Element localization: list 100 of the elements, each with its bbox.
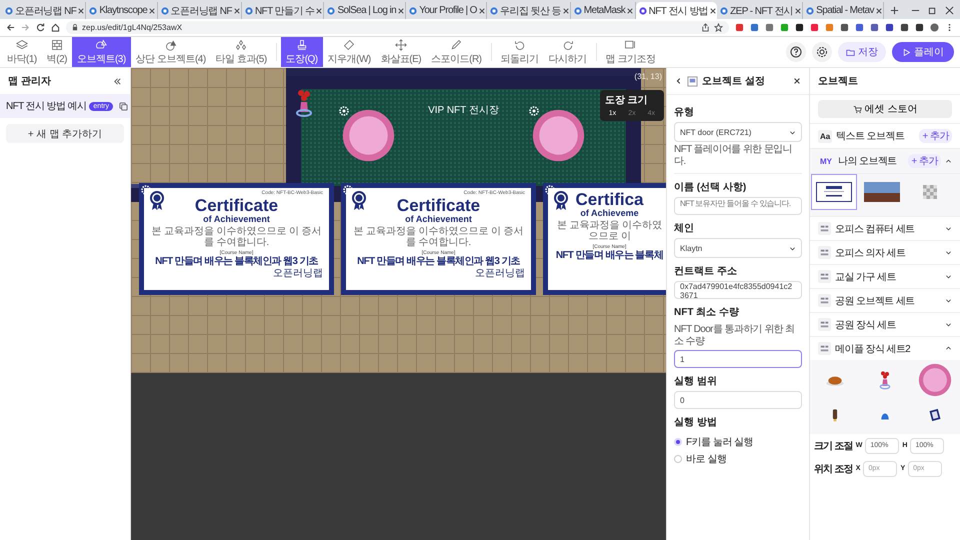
asset-store-button[interactable]: 에셋 스토어 <box>818 100 952 118</box>
collapse-icon[interactable] <box>113 76 122 86</box>
tool-button[interactable]: 상단 오브젝트(4) <box>130 37 211 67</box>
play-button[interactable]: 플레이 <box>892 42 954 62</box>
browser-tab[interactable]: 오픈러닝랩 NF <box>158 2 242 19</box>
tool-button[interactable]: 맵 크기조정 <box>600 37 660 67</box>
close-icon[interactable] <box>234 8 240 14</box>
avatar-icon[interactable] <box>930 23 939 32</box>
map-canvas[interactable] <box>131 68 666 540</box>
close-icon[interactable] <box>316 8 322 14</box>
chevron-down-icon[interactable] <box>945 321 952 328</box>
wall-tool-icon <box>50 38 63 50</box>
certificate-subtitle: of Achievement <box>203 214 270 224</box>
tool-button[interactable]: 벽(2) <box>42 37 72 67</box>
chevron-down-icon[interactable] <box>945 273 952 280</box>
tool-button[interactable]: 화살표(E) <box>376 37 426 67</box>
close-icon[interactable] <box>398 8 404 14</box>
close-icon[interactable] <box>627 8 634 14</box>
name-input[interactable]: NFT 보유자만 들어올 수 있습니다. <box>674 197 802 215</box>
browser-tab[interactable]: Klaytnscope <box>86 2 158 19</box>
chevron-down-icon[interactable] <box>945 225 952 232</box>
chevron-up-icon[interactable] <box>945 158 952 164</box>
site-icon <box>89 6 98 14</box>
tool-button[interactable]: 다시하기 <box>544 37 592 67</box>
chain-select[interactable]: Klaytn <box>674 238 802 258</box>
reload-icon[interactable] <box>36 23 45 32</box>
object-set-item[interactable]: 공원 오브젝트 세트 <box>810 288 960 312</box>
radio-button[interactable] <box>674 438 682 446</box>
close-icon[interactable] <box>795 8 802 14</box>
browser-tab[interactable]: SolSea | Log in <box>324 2 406 19</box>
contract-address-input[interactable]: 0x7ad479901e4fc8355d0941c23671 <box>674 281 802 299</box>
object-set-item[interactable]: 공원 장식 세트 <box>810 312 960 336</box>
close-icon[interactable] <box>710 8 716 14</box>
field-label: 크기 조절 <box>814 440 853 452</box>
browser-tab[interactable]: NFT 전시 방법 <box>636 2 718 19</box>
browser-tab[interactable]: ZEP - NFT 전시 <box>717 2 804 19</box>
redo-tool-icon <box>562 38 574 50</box>
add-button[interactable]: + 추가 <box>908 154 941 168</box>
new-tab-icon[interactable] <box>890 6 899 15</box>
certificate-title: Certificate <box>396 197 480 214</box>
chevron-down-icon[interactable] <box>945 297 952 304</box>
site-icon <box>638 6 647 14</box>
close-icon[interactable] <box>945 6 954 15</box>
browser-tab[interactable]: MetaMask <box>570 2 636 19</box>
site-icon <box>806 6 814 14</box>
tool-button[interactable]: 되돌리기 <box>496 37 544 67</box>
object-set-item[interactable]: 오피스 컴퓨터 세트 <box>810 216 960 240</box>
tool-button[interactable]: 오브젝트(3) <box>72 37 131 67</box>
panel-title: 오브젝트 <box>818 75 858 88</box>
chevron-down-icon[interactable] <box>945 249 952 256</box>
course-name: NFT 만들며 배우는 블록체 <box>556 250 664 262</box>
help-icon <box>790 46 802 58</box>
gear-icon <box>339 106 349 116</box>
close-icon[interactable] <box>78 8 84 14</box>
object-tool-icon <box>95 38 108 50</box>
browser-tab[interactable]: Spatial - Metav <box>803 2 884 19</box>
radio-option[interactable]: F키를 눌러 실행 <box>674 435 802 449</box>
tool-button[interactable]: 스포이드(R) <box>426 37 486 67</box>
close-icon[interactable] <box>149 8 156 14</box>
type-select[interactable]: NFT door (ERC721) <box>674 122 802 142</box>
close-icon[interactable] <box>793 77 801 85</box>
add-map-button[interactable]: + 새 맵 추가하기 <box>6 124 124 143</box>
gear-icon <box>343 185 353 195</box>
add-button[interactable]: + 추가 <box>919 129 952 143</box>
minimum-amount-input[interactable]: 1 <box>674 350 802 368</box>
browser-tab[interactable]: 오픈러닝랩 NF <box>2 2 86 19</box>
browser-tab[interactable]: 우리집 뒷산 등 <box>486 2 571 19</box>
range-input[interactable]: 0 <box>674 391 802 409</box>
restore-icon[interactable] <box>928 6 937 15</box>
tool-button[interactable]: 도장(Q) <box>280 37 323 67</box>
object-set-item[interactable]: 교실 가구 세트 <box>810 264 960 288</box>
radio-button[interactable] <box>674 455 682 463</box>
field-label: 유형 <box>674 106 695 119</box>
chevron-up-icon[interactable] <box>945 345 952 352</box>
share-icon[interactable] <box>701 23 710 32</box>
browser-tab[interactable]: NFT 만들기 수 <box>242 2 324 19</box>
back-icon[interactable] <box>675 77 683 85</box>
radio-option[interactable]: 바로 실행 <box>674 452 802 466</box>
object-set-item[interactable]: 오피스 의자 세트 <box>810 240 960 264</box>
copy-icon[interactable] <box>118 102 128 110</box>
browser-tab[interactable]: Your Profile | O <box>406 2 487 19</box>
address-bar[interactable]: zep.us/edit/1gL4Nq/253awX <box>66 21 729 34</box>
close-icon[interactable] <box>562 8 569 14</box>
help-button[interactable] <box>786 42 806 62</box>
settings-button[interactable] <box>812 42 832 62</box>
object-thumbnail[interactable] <box>811 174 857 210</box>
home-icon[interactable] <box>51 23 60 32</box>
tool-button[interactable]: 타일 효과(5) <box>210 37 272 67</box>
certificate-subtitle: of Achieveme <box>580 208 639 218</box>
tool-button[interactable]: 지우개(W) <box>322 37 376 67</box>
close-icon[interactable] <box>478 8 485 14</box>
close-icon[interactable] <box>876 8 882 14</box>
tab-title: 오픈러닝랩 NF <box>15 4 76 18</box>
dropper-tool-icon <box>450 38 462 50</box>
star-icon[interactable] <box>714 23 723 32</box>
save-button[interactable]: 저장 <box>838 42 886 62</box>
field-label: 이름 (선택 사항) <box>674 181 748 194</box>
back-icon[interactable] <box>6 23 15 32</box>
tool-button[interactable]: 바닥(1) <box>2 37 42 67</box>
chevron-down-icon <box>789 244 796 252</box>
